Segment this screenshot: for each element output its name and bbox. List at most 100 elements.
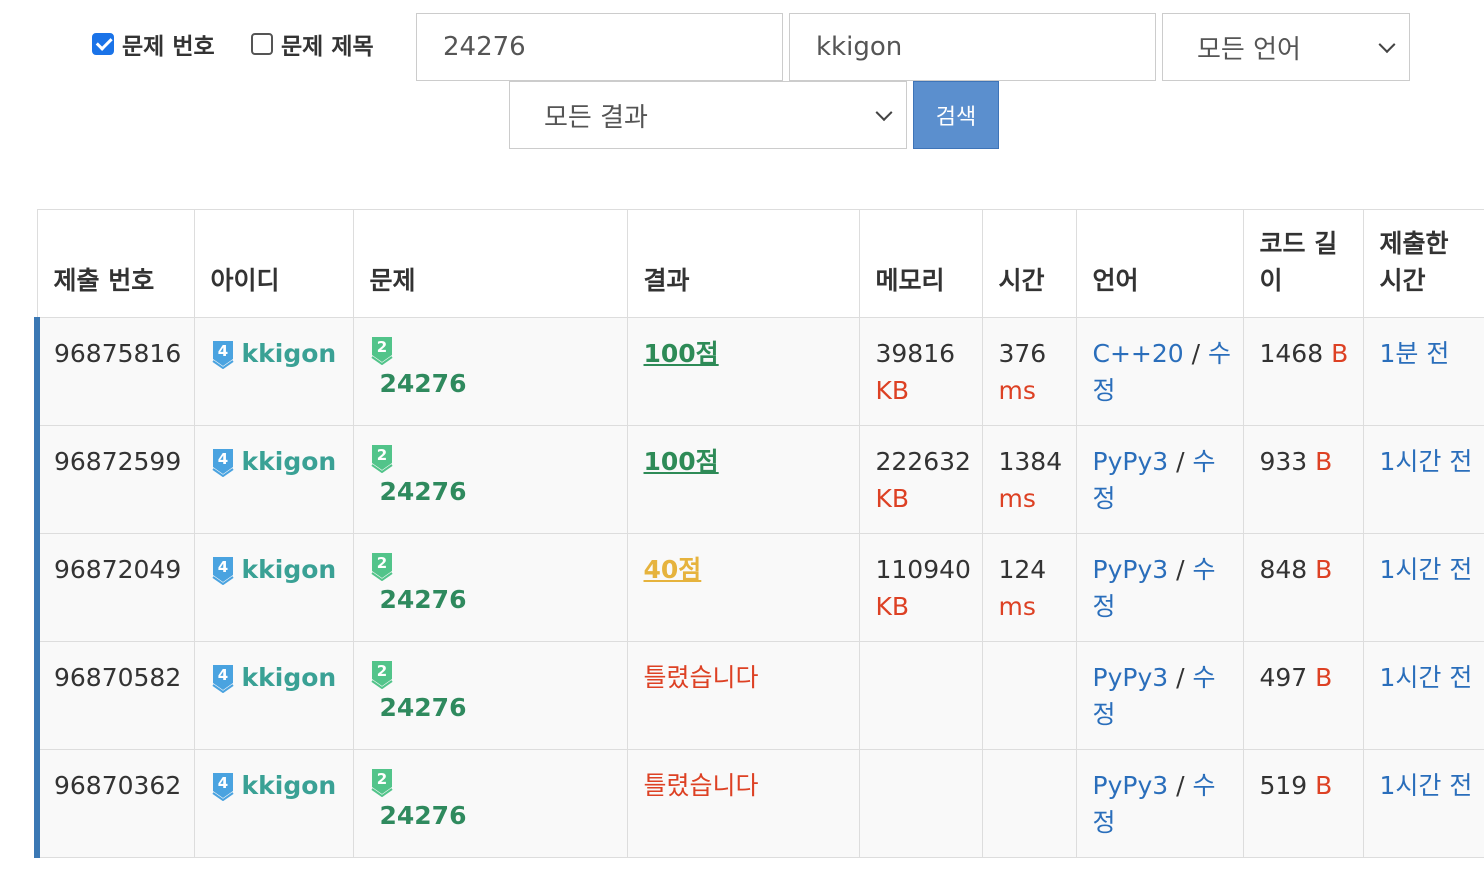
problem-id-checkbox-label[interactable]: 문제 번호 bbox=[92, 27, 215, 61]
svg-text:2: 2 bbox=[376, 662, 386, 680]
problem-link[interactable]: 2 24276 bbox=[370, 659, 619, 726]
time-unit: ms bbox=[998, 592, 1036, 621]
submitted-time-link[interactable]: 1시간 전 bbox=[1380, 555, 1473, 584]
submitted-time-link[interactable]: 1분 전 bbox=[1380, 339, 1450, 368]
header-submitted-time: 제출한 시간 bbox=[1362, 209, 1484, 318]
time-cell: 376 ms bbox=[981, 317, 1077, 426]
memory-value: 110940 bbox=[875, 555, 971, 584]
table-row: 96872049 4 kkigon 2 24276 40점 110940 KB … bbox=[34, 533, 1484, 642]
problem-title-checkbox[interactable] bbox=[251, 33, 273, 55]
language-cell: PyPy3 / 수정 bbox=[1075, 749, 1244, 858]
language-separator: / bbox=[1176, 663, 1193, 692]
header-time: 시간 bbox=[981, 209, 1077, 318]
time-value: 124 bbox=[998, 555, 1047, 584]
result-cell: 100점 bbox=[626, 317, 860, 426]
user-link[interactable]: 4 kkigon bbox=[211, 443, 336, 480]
memory-unit: KB bbox=[875, 484, 910, 513]
language-link[interactable]: PyPy3 bbox=[1093, 555, 1169, 584]
time-unit: ms bbox=[998, 376, 1036, 405]
language-separator: / bbox=[1176, 447, 1193, 476]
time-cell bbox=[981, 641, 1077, 750]
problem-link[interactable]: 2 24276 bbox=[370, 551, 619, 618]
user-name: kkigon bbox=[241, 339, 337, 368]
table-row: 96875816 4 kkigon 2 24276 100점 39816 KB … bbox=[34, 317, 1484, 426]
user-name: kkigon bbox=[241, 663, 337, 692]
problem-cell: 2 24276 bbox=[352, 641, 628, 750]
result-text[interactable]: 100점 bbox=[644, 447, 719, 476]
language-cell: PyPy3 / 수정 bbox=[1075, 425, 1244, 534]
submitted-time-link[interactable]: 1시간 전 bbox=[1380, 663, 1473, 692]
user-cell: 4 kkigon bbox=[193, 641, 354, 750]
code-length-unit: B bbox=[1331, 339, 1349, 368]
shield-badge-icon: 4 bbox=[211, 449, 234, 477]
language-link[interactable]: PyPy3 bbox=[1093, 663, 1169, 692]
problem-cell: 2 24276 bbox=[352, 425, 628, 534]
language-link[interactable]: PyPy3 bbox=[1093, 771, 1169, 800]
user-input[interactable]: kkigon bbox=[789, 13, 1156, 81]
result-cell: 틀렸습니다 bbox=[626, 749, 860, 858]
problem-title-checkbox-label[interactable]: 문제 제목 bbox=[251, 27, 374, 61]
language-cell: C++20 / 수정 bbox=[1075, 317, 1244, 426]
result-text[interactable]: 틀렸습니다 bbox=[644, 663, 759, 692]
result-select[interactable]: 모든 결과 bbox=[509, 81, 907, 149]
problem-link[interactable]: 2 24276 bbox=[370, 767, 619, 834]
header-result: 결과 bbox=[626, 209, 860, 318]
table-row: 96870582 4 kkigon 2 24276 틀렸습니다 PyPy3 / … bbox=[34, 641, 1484, 750]
submitted-time-link[interactable]: 1시간 전 bbox=[1380, 771, 1473, 800]
table-row: 96872599 4 kkigon 2 24276 100점 222632 KB… bbox=[34, 425, 1484, 534]
code-length-unit: B bbox=[1315, 663, 1333, 692]
user-link[interactable]: 4 kkigon bbox=[211, 551, 336, 588]
user-input-value: kkigon bbox=[816, 32, 903, 62]
user-cell: 4 kkigon bbox=[193, 749, 354, 858]
shield-badge-icon: 2 bbox=[370, 553, 393, 581]
problem-link[interactable]: 2 24276 bbox=[370, 335, 619, 402]
user-link[interactable]: 4 kkigon bbox=[211, 767, 336, 804]
header-code-length: 코드 길이 bbox=[1242, 209, 1364, 318]
submitted-time-cell: 1시간 전 bbox=[1362, 533, 1484, 642]
problem-input[interactable]: 24276 bbox=[416, 13, 783, 81]
result-text[interactable]: 100점 bbox=[644, 339, 719, 368]
problem-cell: 2 24276 bbox=[352, 317, 628, 426]
submission-id-cell: 96870582 bbox=[34, 641, 195, 750]
problem-input-value: 24276 bbox=[443, 32, 526, 62]
problem-title-checkbox-text: 문제 제목 bbox=[281, 34, 374, 60]
code-length-cell: 848 B bbox=[1242, 533, 1364, 642]
problem-number: 24276 bbox=[379, 585, 467, 614]
result-text[interactable]: 틀렸습니다 bbox=[644, 771, 759, 800]
table-row: 96870362 4 kkigon 2 24276 틀렸습니다 PyPy3 / … bbox=[34, 749, 1484, 858]
shield-badge-icon: 4 bbox=[211, 557, 234, 585]
shield-badge-icon: 2 bbox=[370, 769, 393, 797]
problem-link[interactable]: 2 24276 bbox=[370, 443, 619, 510]
status-filter-bar: 문제 번호 문제 제목 24276 kkigon 모든 언어 모든 결과 검색 bbox=[0, 0, 1484, 160]
code-length-value: 848 bbox=[1259, 555, 1308, 584]
submitted-time-cell: 1시간 전 bbox=[1362, 641, 1484, 750]
code-length-unit: B bbox=[1315, 447, 1333, 476]
status-table: 제출 번호 아이디 문제 결과 메모리 시간 언어 코드 길이 제출한 시간 9… bbox=[34, 209, 1484, 858]
language-link[interactable]: PyPy3 bbox=[1093, 447, 1169, 476]
submitted-time-link[interactable]: 1시간 전 bbox=[1380, 447, 1473, 476]
result-cell: 틀렸습니다 bbox=[626, 641, 860, 750]
memory-cell: 222632 KB bbox=[858, 425, 983, 534]
shield-badge-icon: 4 bbox=[211, 665, 234, 693]
problem-id-checkbox[interactable] bbox=[92, 33, 114, 55]
time-cell bbox=[981, 749, 1077, 858]
problem-number: 24276 bbox=[379, 369, 467, 398]
submitted-time-cell: 1시간 전 bbox=[1362, 749, 1484, 858]
language-select[interactable]: 모든 언어 bbox=[1162, 13, 1410, 81]
language-link[interactable]: C++20 bbox=[1093, 339, 1184, 368]
user-cell: 4 kkigon bbox=[193, 533, 354, 642]
search-button[interactable]: 검색 bbox=[913, 81, 999, 149]
shield-badge-icon: 2 bbox=[370, 661, 393, 689]
user-cell: 4 kkigon bbox=[193, 425, 354, 534]
shield-badge-icon: 2 bbox=[370, 337, 393, 365]
result-cell: 100점 bbox=[626, 425, 860, 534]
svg-text:4: 4 bbox=[217, 774, 227, 792]
submission-id-cell: 96872049 bbox=[34, 533, 195, 642]
chevron-down-icon bbox=[1378, 36, 1396, 54]
result-text[interactable]: 40점 bbox=[644, 555, 702, 584]
shield-badge-icon: 4 bbox=[211, 773, 234, 801]
user-link[interactable]: 4 kkigon bbox=[211, 659, 337, 696]
submission-id: 96872599 bbox=[54, 447, 182, 476]
memory-cell bbox=[858, 749, 983, 858]
user-link[interactable]: 4 kkigon bbox=[211, 335, 337, 372]
